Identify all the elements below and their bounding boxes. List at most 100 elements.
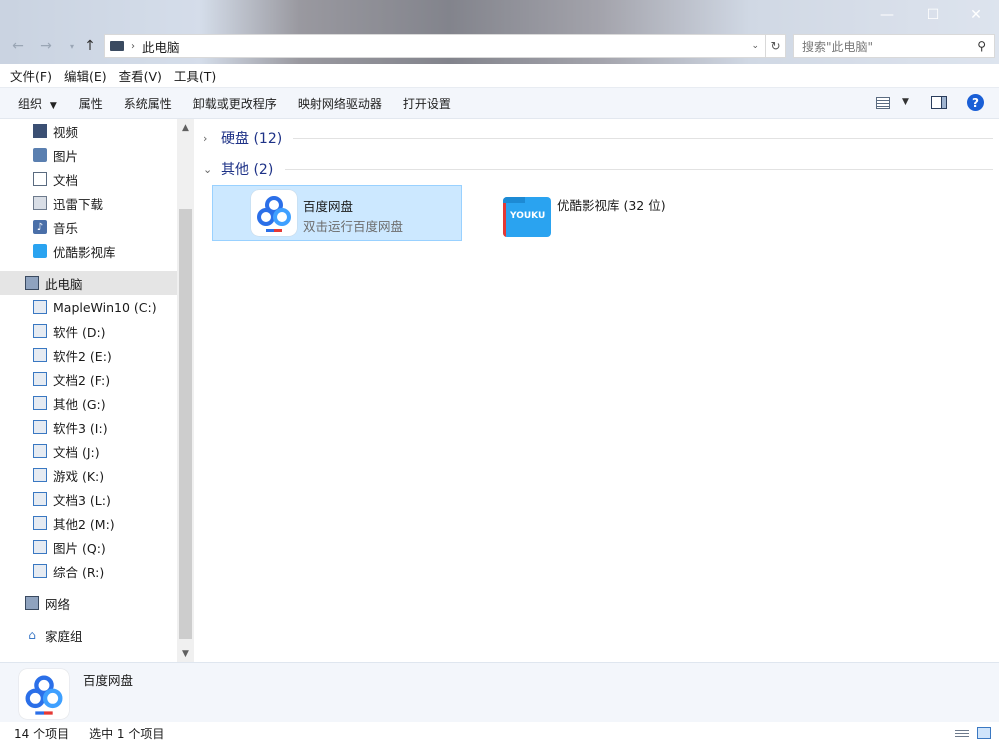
drive-icon xyxy=(33,300,47,314)
forward-arrow-icon[interactable]: → xyxy=(36,36,56,56)
selected-count: 选中 1 个项目 xyxy=(89,727,165,741)
scrollbar-thumb[interactable] xyxy=(179,209,192,639)
sidebar-item-drive-m[interactable]: 其他2 (M:) xyxy=(0,511,177,535)
sidebar-item-drive-i[interactable]: 软件3 (I:) xyxy=(0,415,177,439)
sidebar-item-music[interactable]: ♪ 音乐 xyxy=(0,215,177,239)
download-icon xyxy=(33,196,47,210)
maximize-button[interactable]: ☐ xyxy=(910,0,956,30)
uninstall-button[interactable]: 卸载或更改程序 xyxy=(187,95,292,112)
homegroup-icon: ⌂ xyxy=(28,628,36,642)
drive-icon xyxy=(33,540,47,554)
sidebar-item-drive-k[interactable]: 游戏 (K:) xyxy=(0,463,177,487)
up-arrow-icon[interactable]: ↑ xyxy=(80,36,100,56)
sidebar-item-drive-g[interactable]: 其他 (G:) xyxy=(0,391,177,415)
open-settings-button[interactable]: 打开设置 xyxy=(397,95,466,112)
item-youku-library[interactable]: YOUKU 优酷影视库 (32 位) xyxy=(495,185,745,241)
help-icon[interactable]: ? xyxy=(967,94,984,111)
youku-red-strip xyxy=(503,203,506,237)
item-baidu-netdisk[interactable]: 百度网盘 双击运行百度网盘 xyxy=(212,185,462,241)
properties-button[interactable]: 属性 xyxy=(73,95,118,112)
preview-pane-icon[interactable] xyxy=(931,96,947,109)
sidebar-item-label: 文档 (J:) xyxy=(53,444,100,460)
chevron-right-icon: › xyxy=(203,131,208,145)
sidebar-item-thunder-downloads[interactable]: 迅雷下载 xyxy=(0,191,177,215)
navigation-bar: ← → ▾ ↑ › 此电脑 ⌄ ↻ 搜索"此电脑" ⚲ xyxy=(0,32,999,60)
sidebar-item-drive-j[interactable]: 文档 (J:) xyxy=(0,439,177,463)
details-view-icon[interactable] xyxy=(955,728,969,739)
sidebar-item-network[interactable]: 网络 xyxy=(0,591,177,615)
sidebar-item-homegroup[interactable]: ⌂ 家庭组 xyxy=(0,623,177,647)
map-network-drive-button[interactable]: 映射网络驱动器 xyxy=(292,95,397,112)
sidebar-item-videos[interactable]: 视频 xyxy=(0,119,177,143)
address-dropdown-icon[interactable]: ⌄ xyxy=(751,41,759,51)
sidebar-item-label: 视频 xyxy=(53,124,79,140)
drive-icon xyxy=(33,372,47,386)
recent-locations-chevron-icon[interactable]: ▾ xyxy=(62,36,82,56)
title-bar: — ☐ ✕ ← → ▾ ↑ › 此电脑 ⌄ ↻ 搜索"此电脑" ⚲ xyxy=(0,0,999,64)
drive-icon xyxy=(33,396,47,410)
sidebar-item-drive-c[interactable]: MapleWin10 (C:) xyxy=(0,295,177,319)
chevron-down-icon: ▼ xyxy=(49,100,57,111)
sidebar-item-label: 文档 xyxy=(53,172,79,188)
sidebar-item-label: 迅雷下载 xyxy=(53,196,104,212)
breadcrumb-this-pc[interactable]: 此电脑 xyxy=(142,37,180,56)
computer-icon xyxy=(110,41,124,51)
group-header-disks[interactable]: › 硬盘 (12) xyxy=(203,127,993,149)
sidebar-item-label: 软件2 (E:) xyxy=(53,348,112,364)
minimize-button[interactable]: — xyxy=(864,0,910,30)
item-count: 14 个项目 xyxy=(14,727,70,741)
sidebar-item-this-pc[interactable]: 此电脑 xyxy=(0,271,177,295)
close-button[interactable]: ✕ xyxy=(953,0,999,30)
address-bar[interactable]: › 此电脑 ⌄ xyxy=(104,34,766,58)
drive-icon xyxy=(33,468,47,482)
sidebar-item-label: 网络 xyxy=(45,596,71,612)
youku-folder-icon: YOUKU xyxy=(503,197,551,237)
group-title: 其他 (2) xyxy=(221,162,274,178)
scroll-down-icon[interactable]: ▼ xyxy=(177,645,194,662)
sidebar-item-drive-d[interactable]: 软件 (D:) xyxy=(0,319,177,343)
sidebar-item-drive-r[interactable]: 综合 (R:) xyxy=(0,559,177,583)
sidebar-item-drive-e[interactable]: 软件2 (E:) xyxy=(0,343,177,367)
sidebar-item-drive-l[interactable]: 文档3 (L:) xyxy=(0,487,177,511)
video-icon xyxy=(33,124,47,138)
scroll-up-icon[interactable]: ▲ xyxy=(177,119,194,136)
baidu-netdisk-icon xyxy=(251,190,297,236)
group-divider xyxy=(293,138,993,139)
menu-edit[interactable]: 编辑(E) xyxy=(58,66,113,85)
view-dropdown-icon[interactable]: ▼ xyxy=(902,97,909,107)
refresh-icon[interactable]: ↻ xyxy=(766,34,786,58)
search-box[interactable]: 搜索"此电脑" ⚲ xyxy=(793,34,995,58)
sidebar-item-youku[interactable]: 优酷影视库 xyxy=(0,239,177,263)
sidebar-item-pictures[interactable]: 图片 xyxy=(0,143,177,167)
drive-icon xyxy=(33,564,47,578)
search-icon: ⚲ xyxy=(977,39,986,53)
organize-button[interactable]: 组织 ▼ xyxy=(12,95,73,112)
youku-icon xyxy=(33,244,47,258)
sidebar-item-label: 此电脑 xyxy=(45,276,83,292)
sidebar-item-drive-f[interactable]: 文档2 (F:) xyxy=(0,367,177,391)
search-input[interactable]: 搜索"此电脑" xyxy=(802,38,873,55)
group-header-other[interactable]: ⌄ 其他 (2) xyxy=(203,158,993,180)
sidebar-item-label: 图片 (Q:) xyxy=(53,540,106,556)
drive-icon xyxy=(33,348,47,362)
menu-view[interactable]: 查看(V) xyxy=(113,66,168,85)
sidebar-item-documents[interactable]: 文档 xyxy=(0,167,177,191)
sidebar-item-label: 音乐 xyxy=(53,220,79,236)
sidebar-item-label: 综合 (R:) xyxy=(53,564,105,580)
sidebar-item-drive-q[interactable]: 图片 (Q:) xyxy=(0,535,177,559)
sidebar-item-label: MapleWin10 (C:) xyxy=(53,299,157,315)
system-properties-button[interactable]: 系统属性 xyxy=(118,95,187,112)
sidebar-scrollbar[interactable]: ▲ ▼ xyxy=(177,119,194,662)
drive-icon xyxy=(33,324,47,338)
command-bar: 组织 ▼ 属性 系统属性 卸载或更改程序 映射网络驱动器 打开设置 ▼ ? xyxy=(0,87,999,119)
drive-icon xyxy=(33,516,47,530)
back-arrow-icon[interactable]: ← xyxy=(8,36,28,56)
view-options-icon[interactable] xyxy=(876,97,890,109)
large-icons-view-icon[interactable] xyxy=(977,727,991,739)
sidebar-item-label: 图片 xyxy=(53,148,79,164)
organize-label: 组织 xyxy=(18,96,43,111)
menu-file[interactable]: 文件(F) xyxy=(4,66,58,85)
chevron-down-icon: ⌄ xyxy=(203,162,213,176)
menu-tools[interactable]: 工具(T) xyxy=(168,66,222,85)
navigation-pane: 视频 图片 文档 迅雷下载 ♪ 音乐 优酷影视库 此电脑 MapleWin10 … xyxy=(0,119,194,662)
